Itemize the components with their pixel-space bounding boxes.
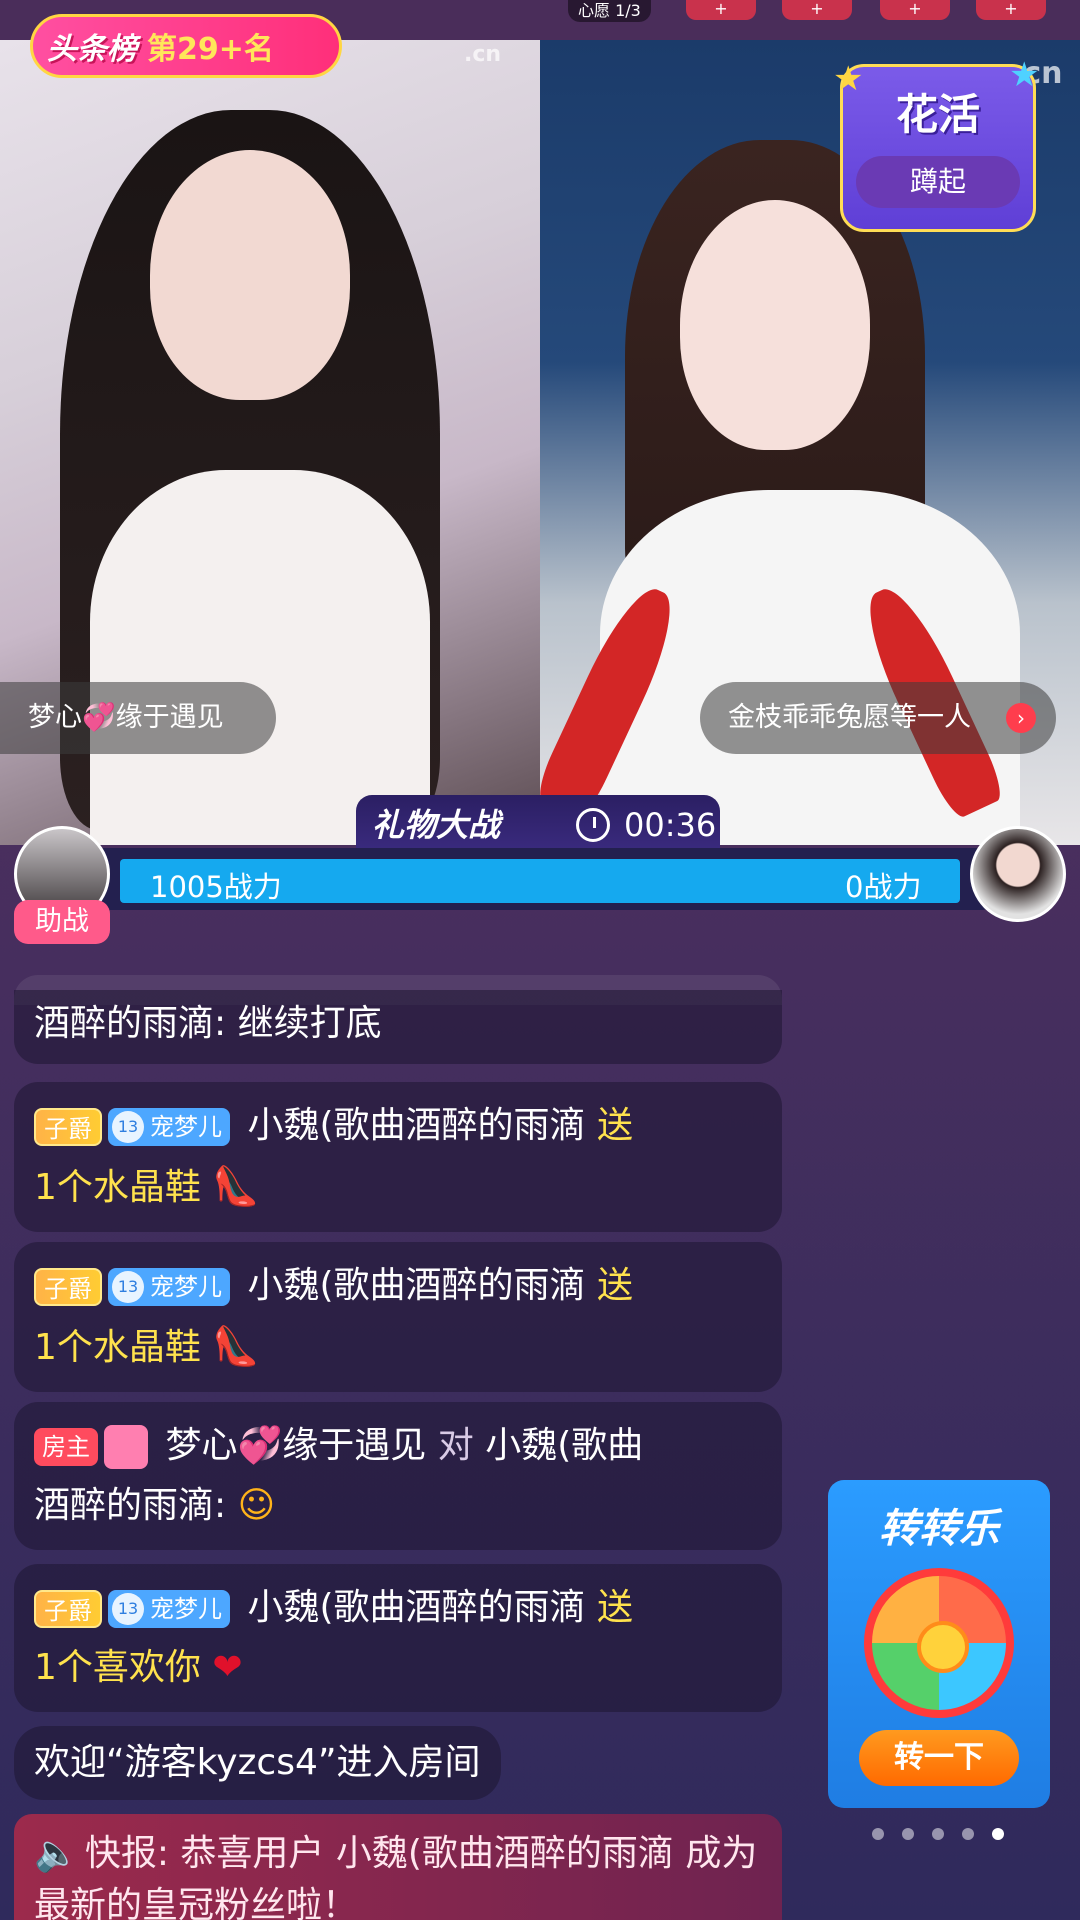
chat-verb: 对 <box>437 1425 474 1466</box>
giggle-emoji-icon: ☺ <box>237 1485 276 1526</box>
top-add-button-4[interactable]: + <box>976 0 1046 20</box>
assist-button[interactable]: 助战 <box>14 900 110 944</box>
welcome-message: 欢迎“游客kyzcs4”进入房间 <box>14 1726 501 1800</box>
top-add-button-1[interactable]: + <box>686 0 756 20</box>
chat-separator: : <box>214 1003 227 1044</box>
crystal-shoe-icon: 👠 <box>212 1164 260 1208</box>
noble-rank-badge: 子爵 <box>34 1108 102 1146</box>
chat-author: 酒醉的雨滴 <box>34 1003 215 1044</box>
chat-target: 小魏(歌曲 <box>485 1425 644 1466</box>
watermark-left: .cn <box>464 42 502 67</box>
pk-right-avatar[interactable] <box>970 826 1066 922</box>
fan-club-name: 宠梦儿 <box>150 1273 222 1301</box>
rank-badge-title: 头条榜 <box>47 32 137 67</box>
host-left-body <box>90 470 430 845</box>
activity-action-button[interactable]: 蹲起 <box>856 156 1020 208</box>
carousel-dot[interactable] <box>932 1828 944 1840</box>
fan-club-name: 宠梦儿 <box>150 1595 222 1623</box>
news-text: 快报: 恭喜用户 小魏(歌曲酒醉的雨滴 成为最新的皇冠粉丝啦！ <box>34 1833 758 1920</box>
pk-right-score: 0战力 <box>845 870 922 904</box>
noble-rank-badge: 子爵 <box>34 1590 102 1628</box>
activity-badge[interactable]: ★ ★ 花活 蹲起 <box>833 55 1039 232</box>
carousel-dot-active[interactable] <box>992 1828 1004 1840</box>
activity-title: 花活 <box>895 90 980 139</box>
pk-title: 礼物大战 <box>372 806 501 844</box>
carousel-dot[interactable] <box>872 1828 884 1840</box>
chat-author: 小魏(歌曲酒醉的雨滴 <box>247 1105 586 1146</box>
chat-author: 小魏(歌曲酒醉的雨滴 <box>247 1265 586 1306</box>
chat-gift-message[interactable]: 子爵 13 宠梦儿 小魏(歌曲酒醉的雨滴 送 1个喜欢你 ❤ <box>14 1564 782 1712</box>
crystal-shoe-icon: 👠 <box>212 1324 260 1368</box>
host-left-name-part2: 缘于遇见 <box>115 702 224 733</box>
fan-club-name: 宠梦儿 <box>150 1113 222 1141</box>
host-badge: 房主 <box>34 1428 98 1466</box>
host-left-name-tag[interactable]: 梦心💞缘于遇见 <box>0 682 276 754</box>
chat-message[interactable]: 酒醉的雨滴: 继续打底 <box>14 990 782 1064</box>
news-broadcast[interactable]: 🔈 快报: 恭喜用户 小魏(歌曲酒醉的雨滴 成为最新的皇冠粉丝啦！ <box>14 1814 782 1920</box>
fan-level: 13 <box>112 1111 144 1143</box>
chat-host-message[interactable]: 房主 梦心💞缘于遇见 对 小魏(歌曲 酒醉的雨滴: ☺ <box>14 1402 782 1550</box>
chat-gift-message[interactable]: 子爵 13 宠梦儿 小魏(歌曲酒醉的雨滴 送 1个水晶鞋 👠 <box>14 1242 782 1392</box>
rank-badge-rank: 第29+名 <box>147 32 274 67</box>
carousel-dots <box>872 1825 1022 1844</box>
carousel-dot[interactable] <box>902 1828 914 1840</box>
prize-wheel-icon <box>864 1568 1014 1718</box>
clock-icon <box>576 808 610 842</box>
heart-icon: 💞 <box>82 702 116 733</box>
pk-timer: 00:36 <box>624 806 717 844</box>
chat-author: 小魏(歌曲酒醉的雨滴 <box>247 1587 586 1628</box>
gift-name: 1个水晶鞋 <box>34 1327 201 1368</box>
gift-verb: 送 <box>596 1587 633 1628</box>
spin-button[interactable]: 转一下 <box>859 1730 1019 1786</box>
fan-level: 13 <box>112 1271 144 1303</box>
host-left-face <box>150 150 350 400</box>
wish-tag[interactable]: 心愿 1/3 <box>568 0 651 22</box>
gift-name: 1个喜欢你 <box>34 1647 201 1688</box>
fan-club-badge: 13 宠梦儿 <box>108 1108 230 1146</box>
gift-name: 1个水晶鞋 <box>34 1167 201 1208</box>
star-icon: ★ <box>1009 55 1040 95</box>
wheel-promo-card[interactable]: 转转乐 转一下 <box>828 1480 1050 1808</box>
host-left-name-part1: 梦心 <box>28 702 82 733</box>
rank-badge[interactable]: 头条榜 第29+名 <box>30 14 342 78</box>
top-add-button-3[interactable]: + <box>880 0 950 20</box>
wish-progress: 1/3 <box>615 1 641 20</box>
host-right-face <box>680 200 870 450</box>
host-avatar <box>104 1425 148 1469</box>
chat-gift-message[interactable]: 子爵 13 宠梦儿 小魏(歌曲酒醉的雨滴 送 1个水晶鞋 👠 <box>14 1082 782 1232</box>
chat-author: 梦心💞缘于遇见 <box>165 1425 427 1466</box>
fan-club-badge: 13 宠梦儿 <box>108 1268 230 1306</box>
fan-level: 13 <box>112 1593 144 1625</box>
chat-text: 继续打底 <box>237 1003 382 1044</box>
top-add-button-2[interactable]: + <box>782 0 852 20</box>
fan-club-badge: 13 宠梦儿 <box>108 1590 230 1628</box>
carousel-dot[interactable] <box>962 1828 974 1840</box>
love-heart-icon: ❤ <box>212 1647 243 1688</box>
noble-rank-badge: 子爵 <box>34 1268 102 1306</box>
chat-target-cont: 酒醉的雨滴: <box>34 1485 227 1526</box>
host-right-name-tag[interactable]: 金枝乖乖兔愿等一人 › <box>700 682 1056 754</box>
host-right-name: 金枝乖乖兔愿等一人 <box>728 702 971 733</box>
pk-left-score: 1005战力 <box>150 870 282 904</box>
chevron-right-icon: › <box>1006 703 1036 733</box>
gift-verb: 送 <box>596 1265 633 1306</box>
wheel-title: 转转乐 <box>879 1506 999 1552</box>
wish-label: 心愿 <box>578 1 611 20</box>
gift-verb: 送 <box>596 1105 633 1146</box>
speaker-icon: 🔈 <box>34 1833 79 1874</box>
star-icon: ★ <box>833 59 864 99</box>
